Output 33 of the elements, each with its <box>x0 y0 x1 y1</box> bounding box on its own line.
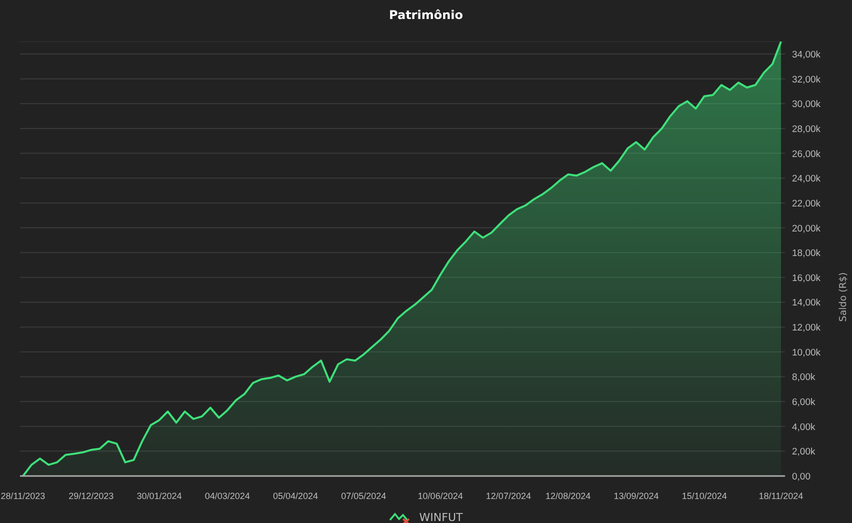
y-tick-label: 12,00k <box>792 322 821 334</box>
y-tick-label: 16,00k <box>792 272 821 284</box>
x-tick-label: 07/05/2024 <box>341 491 386 501</box>
x-tick-label: 12/08/2024 <box>546 491 591 501</box>
x-tick-label: 30/01/2024 <box>136 491 182 501</box>
legend-label[interactable]: WINFUT <box>419 510 463 523</box>
y-tick-label: 14,00k <box>792 298 821 309</box>
x-tick-label: 28/11/2023 <box>0 491 46 501</box>
x-tick-label: 10/06/2024 <box>418 491 463 501</box>
y-tick-label: 32,00k <box>792 74 821 86</box>
y-tick-label: 26,00k <box>792 148 821 160</box>
y-axis-title: Saldo (R$) <box>838 272 849 322</box>
x-tick-label: 18/11/2024 <box>758 491 804 501</box>
x-tick-label: 15/10/2024 <box>682 491 727 501</box>
x-tick-label: 05/04/2024 <box>273 491 318 501</box>
y-tick-label: 8,00k <box>792 372 816 384</box>
chart-title: Patrimônio <box>389 8 463 22</box>
x-tick-label: 12/07/2024 <box>486 491 531 501</box>
y-tick-label: 10,00k <box>792 347 821 358</box>
y-tick-label: 24,00k <box>792 174 821 185</box>
y-tick-label: 34,00k <box>792 50 821 60</box>
x-tick-label: 13/09/2024 <box>614 491 659 501</box>
y-tick-label: 2,00k <box>792 446 816 458</box>
y-tick-label: 22,00k <box>792 198 821 210</box>
y-tick-label: 0,00 <box>792 472 810 482</box>
y-tick-label: 18,00k <box>792 248 821 260</box>
x-tick-label: 29/12/2023 <box>68 491 114 501</box>
x-tick-label: 04/03/2024 <box>204 491 250 501</box>
y-tick-label: 6,00k <box>792 397 816 408</box>
y-tick-label: 4,00k <box>792 422 816 433</box>
y-tick-label: 30,00k <box>792 99 821 110</box>
y-tick-label: 28,00k <box>792 124 821 135</box>
y-tick-label: 20,00k <box>792 223 821 234</box>
